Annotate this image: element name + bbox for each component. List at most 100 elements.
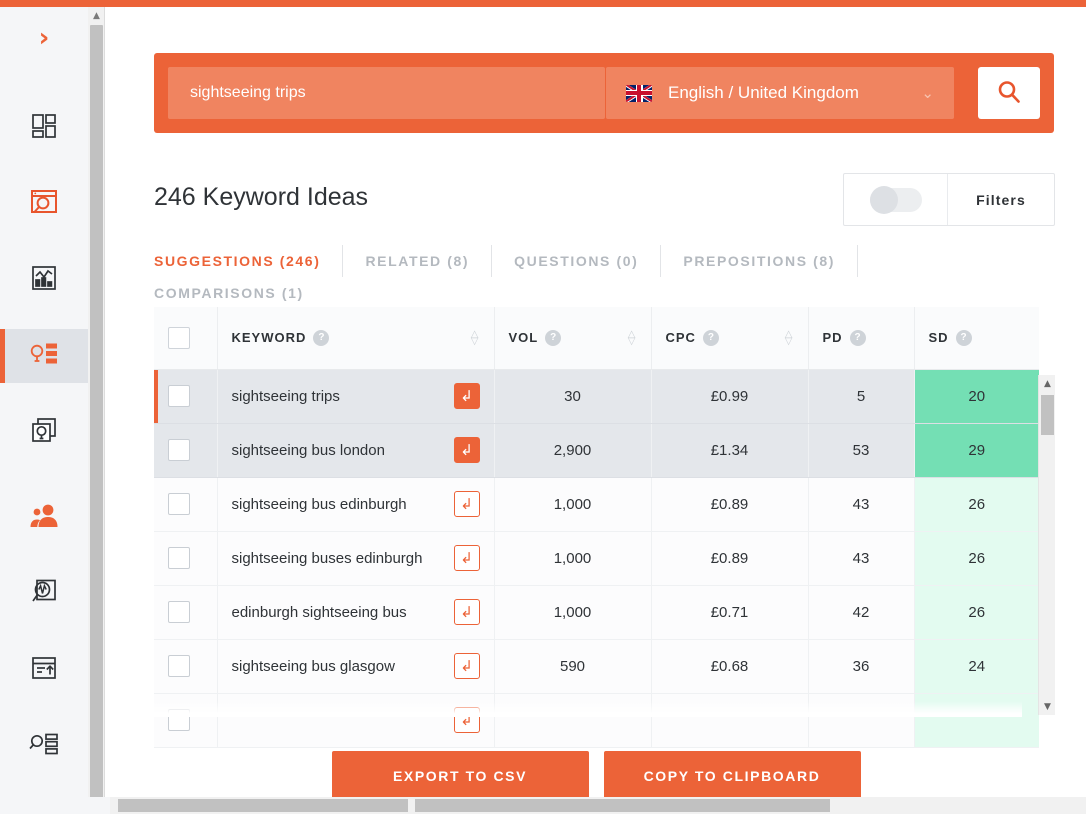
arrow-return-icon[interactable]: ↲ — [454, 653, 480, 679]
sidebar-item-keywords-explorer[interactable] — [0, 329, 88, 383]
search-input[interactable] — [190, 84, 583, 102]
help-icon[interactable]: ? — [545, 330, 561, 346]
table-row[interactable]: sightseeing buses edinburgh ↲ 1,000 £0.8… — [154, 531, 1039, 585]
keyword-table: KEYWORD ? △ ▽ VOL ? — [154, 307, 1039, 748]
tab-prepositions[interactable]: PREPOSITIONS (8) — [683, 245, 858, 277]
keyword-text: edinburgh sightseeing bus — [232, 604, 454, 621]
table-row-partial[interactable]: ↲ — [154, 693, 1039, 747]
row-sd-cell: 20 — [914, 369, 1039, 423]
tab-suggestions[interactable]: SUGGESTIONS (246) — [154, 245, 343, 277]
sort-vol-button[interactable]: △ ▽ — [628, 331, 637, 345]
scroll-up-arrow-icon[interactable]: ▲ — [88, 7, 105, 24]
th-keyword-label: KEYWORD — [232, 330, 307, 345]
sidebar-item-domain-analysis[interactable] — [0, 567, 88, 621]
table-row[interactable]: sightseeing bus edinburgh ↲ 1,000 £0.89 … — [154, 477, 1039, 531]
sort-keyword-button[interactable]: △ ▽ — [471, 331, 480, 345]
select-all-checkbox[interactable] — [168, 327, 190, 349]
row-cpc-cell: £1.34 — [651, 423, 808, 477]
tab-comparisons[interactable]: COMPARISONS (1) — [154, 277, 326, 309]
table-scrollbar-vertical[interactable]: ▲ ▼ — [1038, 375, 1055, 715]
language-selector[interactable]: English / United Kingdom ⌄ — [606, 67, 954, 119]
sidebar-item-rank-tracker[interactable] — [0, 253, 88, 307]
row-checkbox[interactable] — [168, 493, 190, 515]
chevron-down-icon: ▽ — [471, 338, 480, 345]
sidebar-expand-button[interactable]: › — [0, 7, 88, 69]
table-row[interactable]: edinburgh sightseeing bus ↲ 1,000 £0.71 … — [154, 585, 1039, 639]
export-to-csv-button[interactable]: EXPORT TO CSV — [332, 751, 589, 797]
toggle-knob — [870, 186, 898, 214]
table-header-row: KEYWORD ? △ ▽ VOL ? — [154, 307, 1039, 369]
table-scroll-down-arrow-icon[interactable]: ▼ — [1039, 698, 1056, 715]
arrow-return-icon[interactable]: ↲ — [454, 437, 480, 463]
table-scrollbar-thumb[interactable] — [1041, 395, 1054, 435]
search-submit-button[interactable] — [978, 67, 1040, 119]
row-select-cell — [154, 693, 217, 747]
filters-toggle[interactable] — [844, 174, 948, 225]
arrow-return-icon[interactable]: ↲ — [454, 491, 480, 517]
search-input-wrapper[interactable] — [168, 67, 605, 119]
row-cpc-cell: £0.71 — [651, 585, 808, 639]
row-pd-cell: 36 — [808, 639, 914, 693]
sidebar-item-link-intersect[interactable] — [0, 643, 88, 697]
row-select-cell — [154, 369, 217, 423]
rank-tracker-icon — [30, 264, 58, 297]
table-header: KEYWORD ? △ ▽ VOL ? — [154, 307, 1039, 369]
page-scrollbar-vertical[interactable]: ▲ — [88, 7, 105, 797]
horizontal-scrollbar-thumb-right[interactable] — [415, 799, 830, 812]
row-checkbox[interactable] — [168, 547, 190, 569]
sidebar-item-dashboard[interactable] — [0, 101, 88, 155]
filters-control-group: Filters — [843, 173, 1055, 226]
filters-button[interactable]: Filters — [948, 192, 1054, 208]
row-pd-cell: 53 — [808, 423, 914, 477]
toggle-track — [870, 188, 922, 212]
row-checkbox[interactable] — [168, 601, 190, 623]
row-checkbox[interactable] — [168, 385, 190, 407]
row-select-cell — [154, 477, 217, 531]
page-scrollbar-horizontal[interactable] — [0, 797, 1086, 814]
tab-related[interactable]: RELATED (8) — [365, 245, 492, 277]
page-title: 246 Keyword Ideas — [154, 183, 368, 212]
table-body: sightseeing trips ↲ 30 £0.99 5 20 — [154, 369, 1039, 747]
row-keyword-cell: sightseeing bus glasgow ↲ — [217, 639, 494, 693]
copy-to-clipboard-button[interactable]: COPY TO CLIPBOARD — [604, 751, 861, 797]
row-pd-cell: 43 — [808, 531, 914, 585]
arrow-return-icon[interactable]: ↲ — [454, 707, 480, 733]
row-checkbox[interactable] — [168, 709, 190, 731]
row-select-cell — [154, 639, 217, 693]
arrow-return-icon[interactable]: ↲ — [454, 545, 480, 571]
row-checkbox[interactable] — [168, 439, 190, 461]
row-checkbox[interactable] — [168, 655, 190, 677]
table-row[interactable]: sightseeing bus glasgow ↲ 590 £0.68 36 2… — [154, 639, 1039, 693]
help-icon[interactable]: ? — [956, 330, 972, 346]
page-scrollbar-thumb[interactable] — [90, 25, 103, 805]
th-sd: SD ? — [914, 307, 1039, 369]
row-keyword-cell: ↲ — [217, 693, 494, 747]
app-root: › — [0, 0, 1086, 814]
table-row[interactable]: sightseeing bus london ↲ 2,900 £1.34 53 … — [154, 423, 1039, 477]
horizontal-scrollbar-thumb-left[interactable] — [118, 799, 408, 812]
link-intersect-icon — [30, 655, 58, 686]
row-cpc-cell: £0.89 — [651, 477, 808, 531]
row-cpc-cell: £0.89 — [651, 531, 808, 585]
keyword-text: sightseeing bus glasgow — [232, 658, 454, 675]
row-keyword-cell: sightseeing trips ↲ — [217, 369, 494, 423]
table-scroll-up-arrow-icon[interactable]: ▲ — [1039, 375, 1056, 392]
sidebar-item-search-list[interactable] — [0, 719, 88, 773]
sort-cpc-button[interactable]: △ ▽ — [785, 331, 794, 345]
help-icon[interactable]: ? — [313, 330, 329, 346]
help-icon[interactable]: ? — [850, 330, 866, 346]
th-keyword: KEYWORD ? △ ▽ — [217, 307, 494, 369]
sidebar-item-site-explorer[interactable] — [0, 177, 88, 231]
main-content: English / United Kingdom ⌄ 246 Keyword I… — [106, 7, 1086, 797]
arrow-return-icon[interactable]: ↲ — [454, 599, 480, 625]
table-row[interactable]: sightseeing trips ↲ 30 £0.99 5 20 — [154, 369, 1039, 423]
competitors-icon — [29, 503, 59, 534]
sidebar-item-competitors[interactable] — [0, 491, 88, 545]
arrow-return-icon[interactable]: ↲ — [454, 383, 480, 409]
content-explorer-icon — [30, 416, 58, 449]
row-vol-cell: 1,000 — [494, 531, 651, 585]
keyword-text: sightseeing trips — [232, 388, 454, 405]
help-icon[interactable]: ? — [703, 330, 719, 346]
tab-questions[interactable]: QUESTIONS (0) — [514, 245, 661, 277]
sidebar-item-content-explorer[interactable] — [0, 405, 88, 459]
